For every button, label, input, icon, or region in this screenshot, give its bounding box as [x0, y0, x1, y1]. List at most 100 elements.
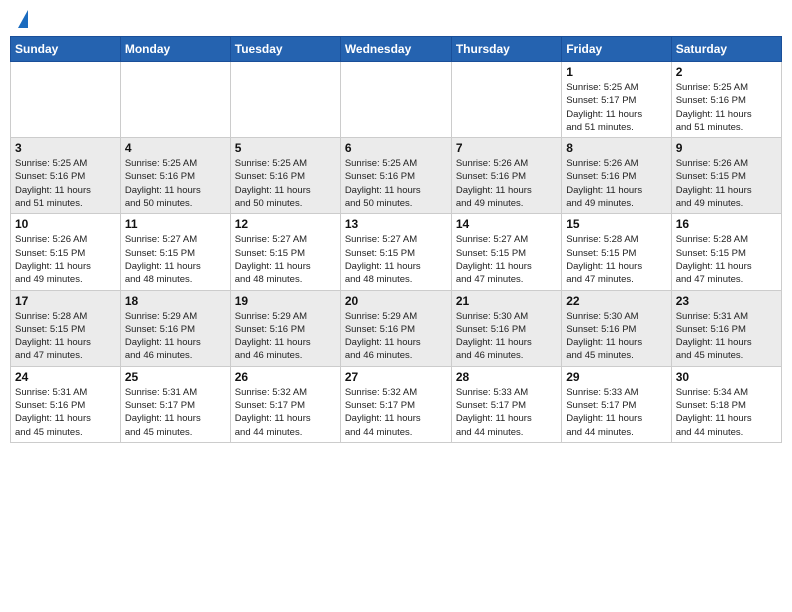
day-number: 4 — [125, 141, 226, 155]
calendar-cell — [120, 62, 230, 138]
day-number: 22 — [566, 294, 666, 308]
day-number: 6 — [345, 141, 447, 155]
day-info: Sunrise: 5:25 AM Sunset: 5:16 PM Dayligh… — [15, 157, 116, 210]
day-info: Sunrise: 5:33 AM Sunset: 5:17 PM Dayligh… — [566, 386, 666, 439]
logo — [14, 10, 28, 28]
day-number: 27 — [345, 370, 447, 384]
calendar-cell: 17 Sunrise: 5:28 AM Sunset: 5:15 PM Dayli… — [11, 290, 121, 366]
calendar-week-row: 3Sunrise: 5:25 AM Sunset: 5:16 PM Daylig… — [11, 138, 782, 214]
day-info: Sunrise: 5:34 AM Sunset: 5:18 PM Dayligh… — [676, 386, 777, 439]
day-info: Sunrise: 5:28 AM Sunset: 5:15 PM Dayligh… — [676, 233, 777, 286]
calendar-header-friday: Friday — [562, 37, 671, 62]
calendar-cell: 7 Sunrise: 5:26 AM Sunset: 5:16 PM Daylig… — [451, 138, 561, 214]
calendar-cell — [451, 62, 561, 138]
calendar-cell — [11, 62, 121, 138]
calendar-cell: 10Sunrise: 5:26 AM Sunset: 5:15 PM Dayli… — [11, 214, 121, 290]
calendar-header-sunday: Sunday — [11, 37, 121, 62]
logo-triangle-icon — [18, 10, 28, 28]
calendar-cell: 23 Sunrise: 5:31 AM Sunset: 5:16 PM Dayli… — [671, 290, 781, 366]
calendar-cell: 11Sunrise: 5:27 AM Sunset: 5:15 PM Dayli… — [120, 214, 230, 290]
day-number: 20 — [345, 294, 447, 308]
day-number: 30 — [676, 370, 777, 384]
day-info: Sunrise: 5:33 AM Sunset: 5:17 PM Dayligh… — [456, 386, 557, 439]
calendar-cell: 14 Sunrise: 5:27 AM Sunset: 5:15 PM Dayli… — [451, 214, 561, 290]
day-info: Sunrise: 5:27 AM Sunset: 5:15 PM Dayligh… — [456, 233, 557, 286]
day-number: 11 — [125, 217, 226, 231]
calendar-cell: 15 Sunrise: 5:28 AM Sunset: 5:15 PM Dayli… — [562, 214, 671, 290]
day-info: Sunrise: 5:28 AM Sunset: 5:15 PM Dayligh… — [566, 233, 666, 286]
day-number: 5 — [235, 141, 336, 155]
day-number: 28 — [456, 370, 557, 384]
calendar-cell: 8Sunrise: 5:26 AM Sunset: 5:16 PM Daylig… — [562, 138, 671, 214]
calendar-header-saturday: Saturday — [671, 37, 781, 62]
calendar-header-monday: Monday — [120, 37, 230, 62]
day-number: 8 — [566, 141, 666, 155]
day-info: Sunrise: 5:29 AM Sunset: 5:16 PM Dayligh… — [125, 310, 226, 363]
day-number: 16 — [676, 217, 777, 231]
day-info: Sunrise: 5:31 AM Sunset: 5:16 PM Dayligh… — [15, 386, 116, 439]
day-info: Sunrise: 5:25 AM Sunset: 5:17 PM Dayligh… — [566, 81, 666, 134]
calendar-header-tuesday: Tuesday — [230, 37, 340, 62]
day-info: Sunrise: 5:30 AM Sunset: 5:16 PM Dayligh… — [566, 310, 666, 363]
day-info: Sunrise: 5:25 AM Sunset: 5:16 PM Dayligh… — [125, 157, 226, 210]
calendar-cell — [340, 62, 451, 138]
day-info: Sunrise: 5:29 AM Sunset: 5:16 PM Dayligh… — [235, 310, 336, 363]
calendar-cell: 9 Sunrise: 5:26 AM Sunset: 5:15 PM Daylig… — [671, 138, 781, 214]
day-number: 15 — [566, 217, 666, 231]
day-info: Sunrise: 5:28 AM Sunset: 5:15 PM Dayligh… — [15, 310, 116, 363]
day-number: 29 — [566, 370, 666, 384]
day-number: 14 — [456, 217, 557, 231]
calendar-week-row: 17 Sunrise: 5:28 AM Sunset: 5:15 PM Dayli… — [11, 290, 782, 366]
day-number: 21 — [456, 294, 557, 308]
calendar-cell: 29 Sunrise: 5:33 AM Sunset: 5:17 PM Dayli… — [562, 366, 671, 442]
day-info: Sunrise: 5:30 AM Sunset: 5:16 PM Dayligh… — [456, 310, 557, 363]
day-info: Sunrise: 5:27 AM Sunset: 5:15 PM Dayligh… — [235, 233, 336, 286]
calendar-header-wednesday: Wednesday — [340, 37, 451, 62]
day-number: 18 — [125, 294, 226, 308]
calendar-week-row: 10Sunrise: 5:26 AM Sunset: 5:15 PM Dayli… — [11, 214, 782, 290]
day-number: 12 — [235, 217, 336, 231]
day-info: Sunrise: 5:26 AM Sunset: 5:15 PM Dayligh… — [15, 233, 116, 286]
calendar-cell: 30 Sunrise: 5:34 AM Sunset: 5:18 PM Dayli… — [671, 366, 781, 442]
day-number: 23 — [676, 294, 777, 308]
day-number: 26 — [235, 370, 336, 384]
calendar-cell: 27 Sunrise: 5:32 AM Sunset: 5:17 PM Dayli… — [340, 366, 451, 442]
day-info: Sunrise: 5:32 AM Sunset: 5:17 PM Dayligh… — [345, 386, 447, 439]
day-info: Sunrise: 5:29 AM Sunset: 5:16 PM Dayligh… — [345, 310, 447, 363]
calendar-cell: 1 Sunrise: 5:25 AM Sunset: 5:17 PM Daylig… — [562, 62, 671, 138]
day-info: Sunrise: 5:25 AM Sunset: 5:16 PM Dayligh… — [345, 157, 447, 210]
day-number: 7 — [456, 141, 557, 155]
calendar-cell — [230, 62, 340, 138]
day-info: Sunrise: 5:31 AM Sunset: 5:17 PM Dayligh… — [125, 386, 226, 439]
calendar-cell: 4 Sunrise: 5:25 AM Sunset: 5:16 PM Daylig… — [120, 138, 230, 214]
day-number: 9 — [676, 141, 777, 155]
calendar-cell: 25 Sunrise: 5:31 AM Sunset: 5:17 PM Dayli… — [120, 366, 230, 442]
day-info: Sunrise: 5:25 AM Sunset: 5:16 PM Dayligh… — [235, 157, 336, 210]
calendar-week-row: 1 Sunrise: 5:25 AM Sunset: 5:17 PM Daylig… — [11, 62, 782, 138]
calendar-cell: 2 Sunrise: 5:25 AM Sunset: 5:16 PM Daylig… — [671, 62, 781, 138]
calendar-cell: 22 Sunrise: 5:30 AM Sunset: 5:16 PM Dayli… — [562, 290, 671, 366]
day-info: Sunrise: 5:27 AM Sunset: 5:15 PM Dayligh… — [345, 233, 447, 286]
calendar-cell: 13 Sunrise: 5:27 AM Sunset: 5:15 PM Dayli… — [340, 214, 451, 290]
day-info: Sunrise: 5:26 AM Sunset: 5:16 PM Dayligh… — [456, 157, 557, 210]
day-number: 1 — [566, 65, 666, 79]
calendar-cell: 19Sunrise: 5:29 AM Sunset: 5:16 PM Dayli… — [230, 290, 340, 366]
calendar-cell: 16 Sunrise: 5:28 AM Sunset: 5:15 PM Dayli… — [671, 214, 781, 290]
day-number: 13 — [345, 217, 447, 231]
day-number: 25 — [125, 370, 226, 384]
calendar-header-row: SundayMondayTuesdayWednesdayThursdayFrid… — [11, 37, 782, 62]
calendar-cell: 12 Sunrise: 5:27 AM Sunset: 5:15 PM Dayli… — [230, 214, 340, 290]
calendar-cell: 20 Sunrise: 5:29 AM Sunset: 5:16 PM Dayli… — [340, 290, 451, 366]
calendar-cell: 5 Sunrise: 5:25 AM Sunset: 5:16 PM Daylig… — [230, 138, 340, 214]
calendar-cell: 18 Sunrise: 5:29 AM Sunset: 5:16 PM Dayli… — [120, 290, 230, 366]
calendar-cell: 3Sunrise: 5:25 AM Sunset: 5:16 PM Daylig… — [11, 138, 121, 214]
day-number: 24 — [15, 370, 116, 384]
day-info: Sunrise: 5:26 AM Sunset: 5:15 PM Dayligh… — [676, 157, 777, 210]
day-info: Sunrise: 5:31 AM Sunset: 5:16 PM Dayligh… — [676, 310, 777, 363]
day-number: 2 — [676, 65, 777, 79]
calendar-cell: 6 Sunrise: 5:25 AM Sunset: 5:16 PM Daylig… — [340, 138, 451, 214]
day-number: 17 — [15, 294, 116, 308]
page-header — [10, 10, 782, 28]
day-info: Sunrise: 5:32 AM Sunset: 5:17 PM Dayligh… — [235, 386, 336, 439]
day-info: Sunrise: 5:25 AM Sunset: 5:16 PM Dayligh… — [676, 81, 777, 134]
